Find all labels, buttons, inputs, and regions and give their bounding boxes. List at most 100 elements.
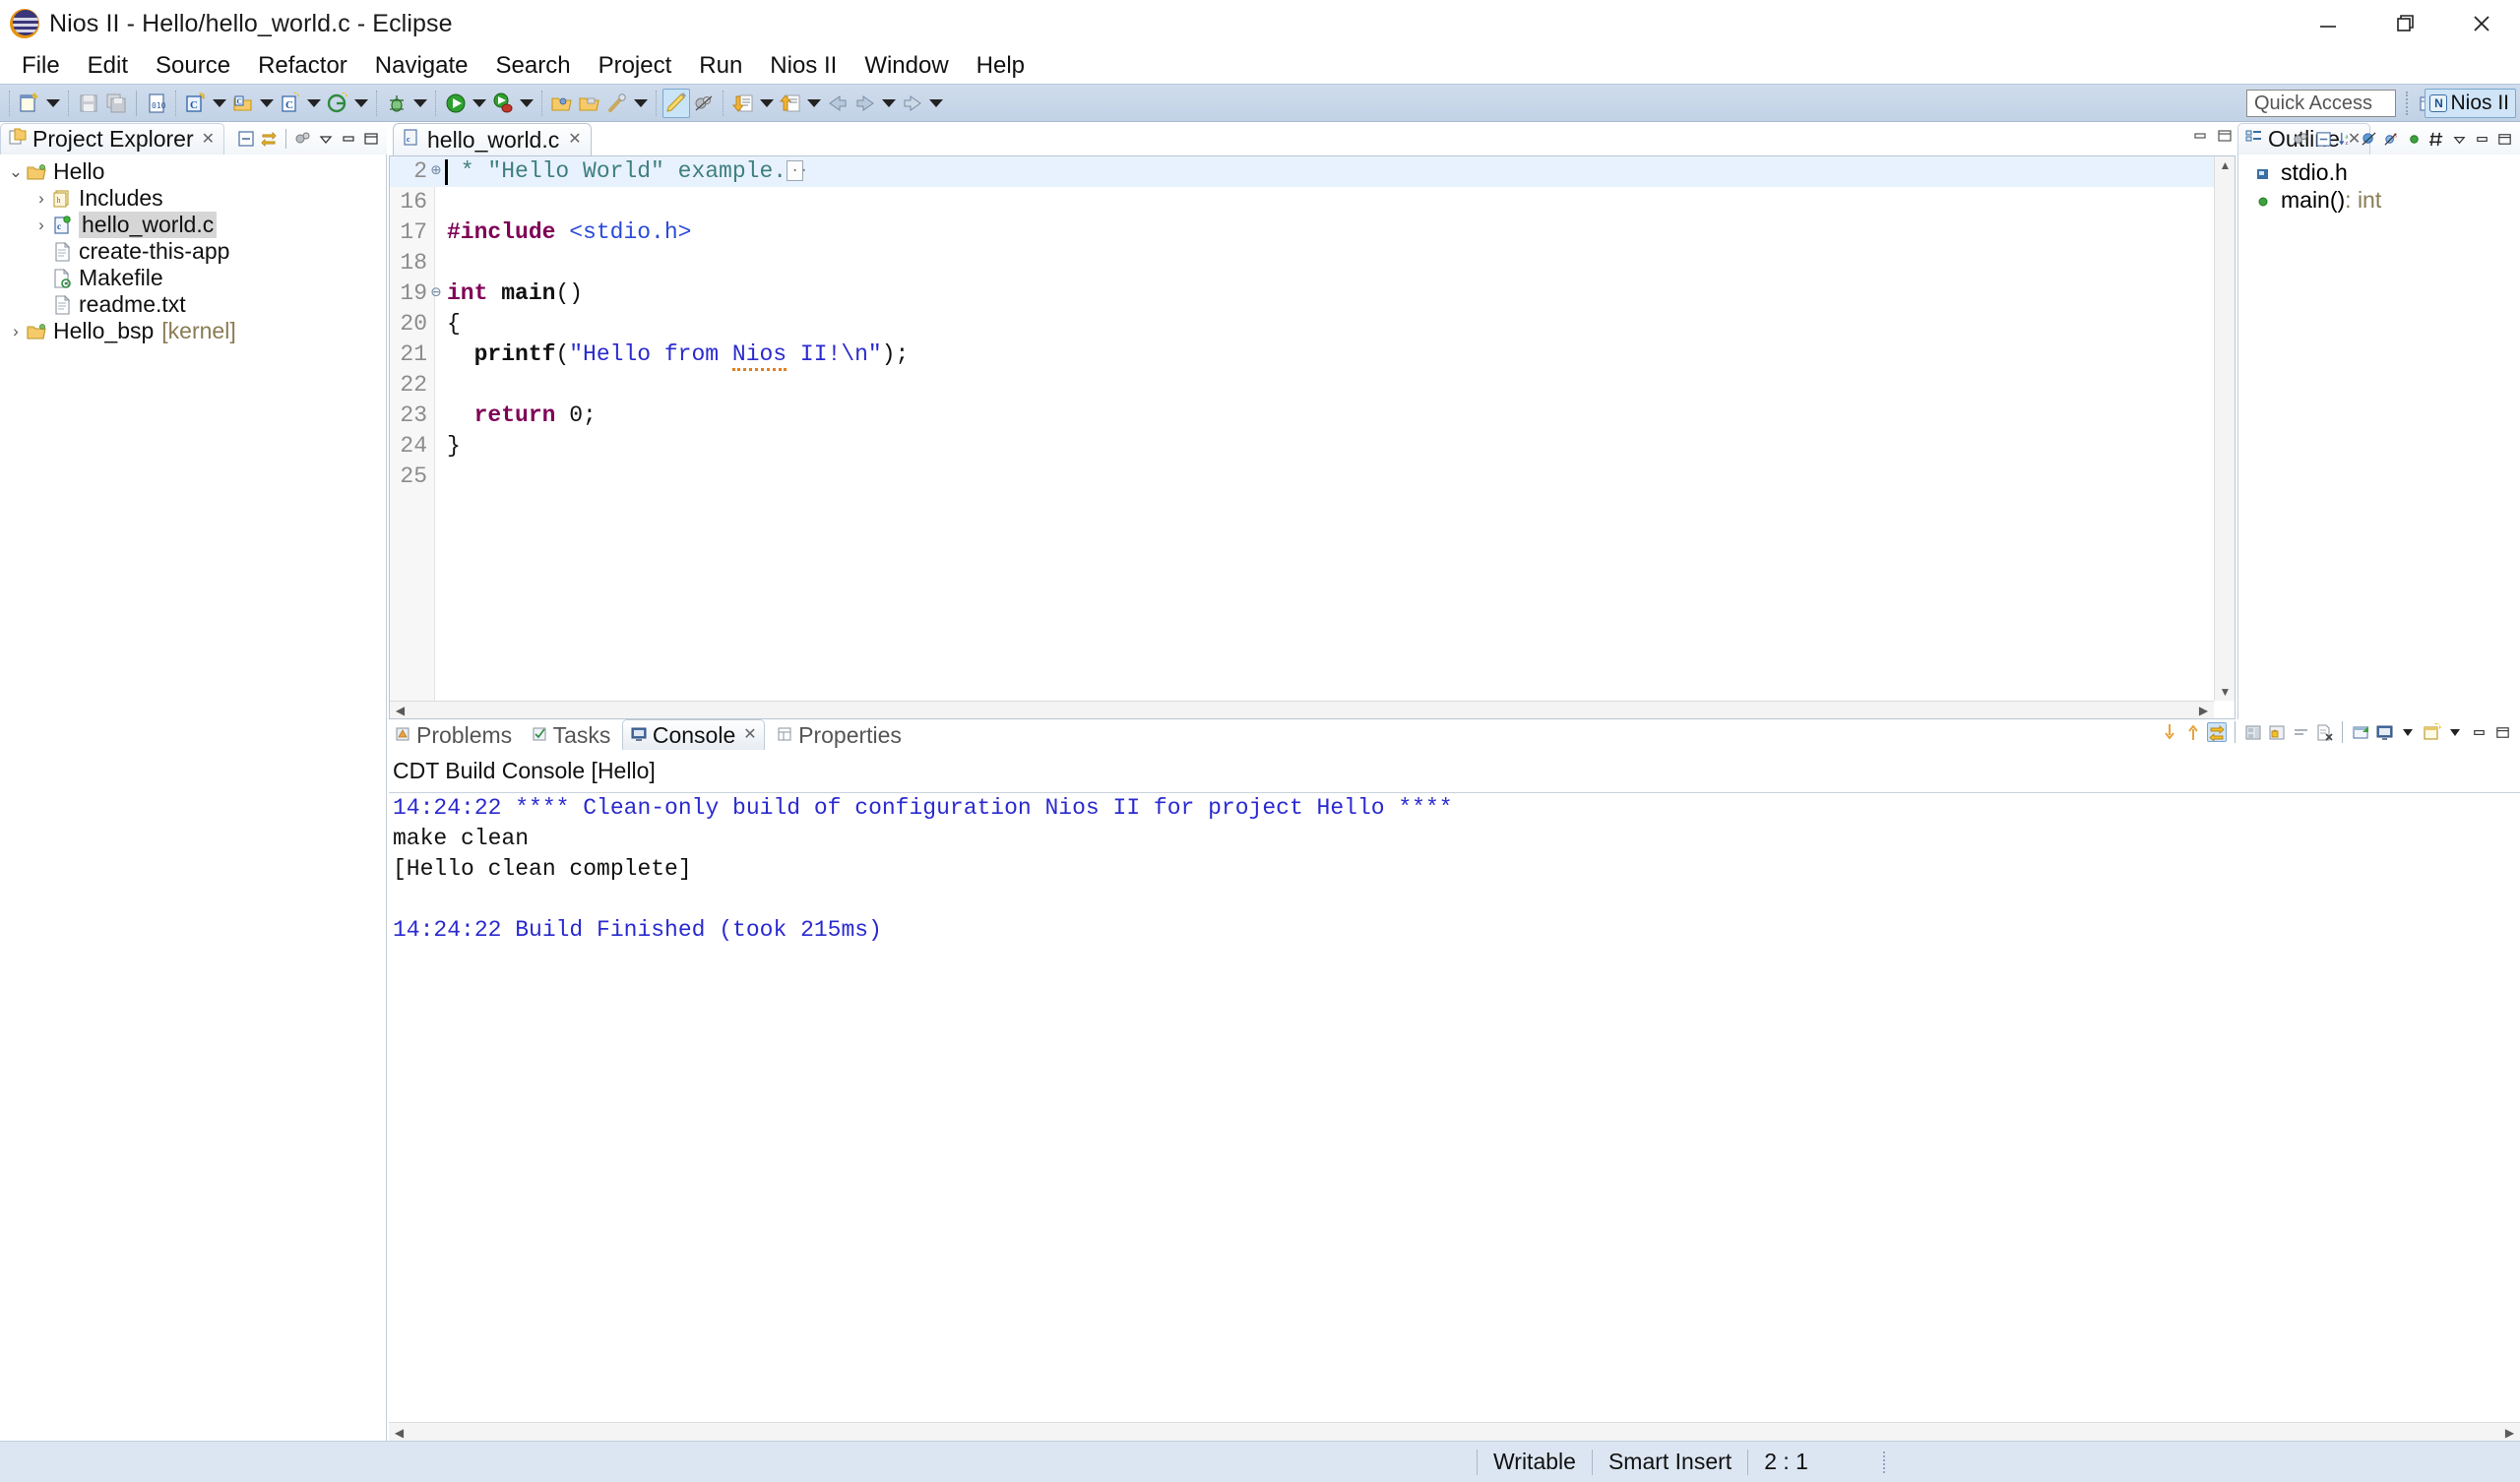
minimize-icon[interactable] <box>2469 722 2488 742</box>
maximize-restore-icon[interactable] <box>2366 0 2443 47</box>
next-annotation-icon[interactable] <box>729 89 757 118</box>
forward-nav-dropdown[interactable] <box>926 89 946 118</box>
collapse-all-icon[interactable] <box>236 129 256 149</box>
build-dropdown[interactable] <box>410 89 430 118</box>
scroll-left-arrow[interactable]: ◀ <box>390 702 410 719</box>
tree-item-hello-bsp[interactable]: › Hello_bsp [kernel] <box>0 318 386 344</box>
outline-item-stdio[interactable]: stdio.h <box>2238 158 2520 186</box>
menu-run[interactable]: Run <box>685 50 756 82</box>
minimize-icon[interactable] <box>2472 129 2491 149</box>
open-type-icon[interactable] <box>548 89 576 118</box>
folded-code-icon[interactable] <box>787 160 803 181</box>
tree-item-hello[interactable]: ⌄ Hello <box>0 158 386 185</box>
scroll-left-arrow[interactable]: ◀ <box>389 1423 410 1442</box>
clear-console-icon[interactable] <box>2243 722 2263 742</box>
new-c-file-dropdown[interactable] <box>304 89 324 118</box>
code-editor[interactable]: 2⊕ * "Hello World" example.1617#include … <box>390 156 2214 701</box>
scroll-lock-icon[interactable] <box>2207 722 2227 742</box>
pin-console-icon[interactable] <box>2351 722 2370 742</box>
code-line[interactable]: 17#include <stdio.h> <box>390 217 2214 248</box>
tab-tasks[interactable]: Tasks <box>524 720 618 751</box>
fold-expand-icon[interactable]: ⊕ <box>429 156 443 187</box>
maximize-icon[interactable] <box>2216 127 2234 150</box>
maximize-icon[interactable] <box>2494 129 2514 149</box>
scroll-right-arrow[interactable]: ▶ <box>2193 702 2214 719</box>
new-c-project-icon[interactable]: C <box>182 89 210 118</box>
tab-console[interactable]: Console ✕ <box>622 719 765 750</box>
display-console-icon[interactable] <box>2374 722 2394 742</box>
back-icon[interactable] <box>824 89 851 118</box>
toggle-markoccurrences-icon[interactable] <box>662 89 690 118</box>
maximize-icon[interactable] <box>2492 722 2512 742</box>
menu-nios-ii[interactable]: Nios II <box>756 50 850 82</box>
chevron-down-icon[interactable]: ⌄ <box>6 162 26 182</box>
new-c-folder-dropdown[interactable] <box>257 89 277 118</box>
forward-icon[interactable] <box>851 89 879 118</box>
code-line[interactable]: 2⊕ * "Hello World" example. <box>390 156 2214 187</box>
code-line[interactable]: 19⊖int main() <box>390 278 2214 309</box>
new-class-dropdown[interactable] <box>351 89 371 118</box>
save-icon[interactable] <box>75 89 102 118</box>
save-all-icon[interactable] <box>102 89 130 118</box>
new-c-folder-icon[interactable]: C <box>229 89 257 118</box>
search-dropdown[interactable] <box>631 89 651 118</box>
previous-annotation-icon[interactable] <box>777 89 804 118</box>
run-dropdown[interactable] <box>470 89 489 118</box>
close-icon[interactable] <box>2443 0 2520 47</box>
minimize-icon[interactable] <box>2290 0 2366 47</box>
close-icon[interactable]: ✕ <box>202 132 215 148</box>
view-menu-icon[interactable] <box>316 129 336 149</box>
binary-icon[interactable]: 010 <box>143 89 170 118</box>
console-horizontal-scrollbar[interactable]: ◀ ▶ <box>389 1422 2520 1441</box>
debug-icon[interactable] <box>489 89 517 118</box>
code-line[interactable]: 16 <box>390 187 2214 217</box>
close-icon[interactable]: ✕ <box>743 727 756 743</box>
tab-problems[interactable]: Problems <box>387 720 519 751</box>
editor-horizontal-scrollbar[interactable]: ◀ ▶ <box>390 701 2214 718</box>
tree-item-makefile[interactable]: Makefile <box>0 265 386 291</box>
minimize-icon[interactable] <box>2191 127 2209 150</box>
chevron-right-icon[interactable]: › <box>32 216 51 235</box>
open-console-icon[interactable] <box>2422 722 2441 742</box>
debug-dropdown[interactable] <box>517 89 536 118</box>
scroll-right-arrow[interactable]: ▶ <box>2499 1423 2520 1442</box>
code-line[interactable]: 21 printf("Hello from Nios II!\n"); <box>390 340 2214 370</box>
tree-item-readme-txt[interactable]: readme.txt <box>0 291 386 318</box>
next-annotation-dropdown[interactable] <box>757 89 777 118</box>
view-menu-icon[interactable] <box>2449 129 2469 149</box>
tree-item-includes[interactable]: › h Includes <box>0 185 386 212</box>
hide-static-icon[interactable]: S <box>2381 129 2401 149</box>
code-line[interactable]: 22 <box>390 370 2214 401</box>
new-wizard-icon[interactable] <box>16 89 43 118</box>
tab-hello-world-c[interactable]: c hello_world.c ✕ <box>393 123 592 155</box>
minimize-icon[interactable] <box>339 129 358 149</box>
code-line[interactable]: 18 <box>390 248 2214 278</box>
tree-item-hello-world-c[interactable]: › c hello_world.c <box>0 212 386 238</box>
link-with-editor-icon[interactable] <box>259 129 279 149</box>
tab-project-explorer[interactable]: Project Explorer ✕ <box>0 123 224 154</box>
project-tree[interactable]: ⌄ Hello › h Includes › c hello_wo <box>0 154 387 1441</box>
remove-console-icon[interactable] <box>2314 722 2334 742</box>
new-c-project-dropdown[interactable] <box>210 89 229 118</box>
tree-item-create-this-app[interactable]: create-this-app <box>0 238 386 265</box>
editor-vertical-scrollbar[interactable]: ▲ ▼ <box>2214 156 2235 701</box>
open-console-dropdown[interactable] <box>2445 722 2465 742</box>
scroll-down-icon[interactable] <box>2160 722 2179 742</box>
maximize-icon[interactable] <box>361 129 381 149</box>
open-resource-icon[interactable] <box>576 89 603 118</box>
hide-macros-icon[interactable] <box>2426 129 2446 149</box>
display-console-dropdown[interactable] <box>2398 722 2418 742</box>
new-wizard-dropdown[interactable] <box>43 89 63 118</box>
lock-console-icon[interactable] <box>2267 722 2287 742</box>
scroll-up-icon[interactable] <box>2183 722 2203 742</box>
menu-navigate[interactable]: Navigate <box>361 50 482 82</box>
menu-window[interactable]: Window <box>850 50 962 82</box>
forward-nav-icon[interactable] <box>899 89 926 118</box>
hide-nonpublic-icon[interactable] <box>2404 129 2424 149</box>
perspective-nios-ii[interactable]: N Nios II <box>2425 89 2516 118</box>
code-line[interactable]: 25 <box>390 462 2214 492</box>
code-lines[interactable]: 2⊕ * "Hello World" example.1617#include … <box>390 156 2214 492</box>
focus-on-active-task-icon[interactable] <box>2291 129 2310 149</box>
menu-source[interactable]: Source <box>142 50 244 82</box>
run-icon[interactable] <box>442 89 470 118</box>
